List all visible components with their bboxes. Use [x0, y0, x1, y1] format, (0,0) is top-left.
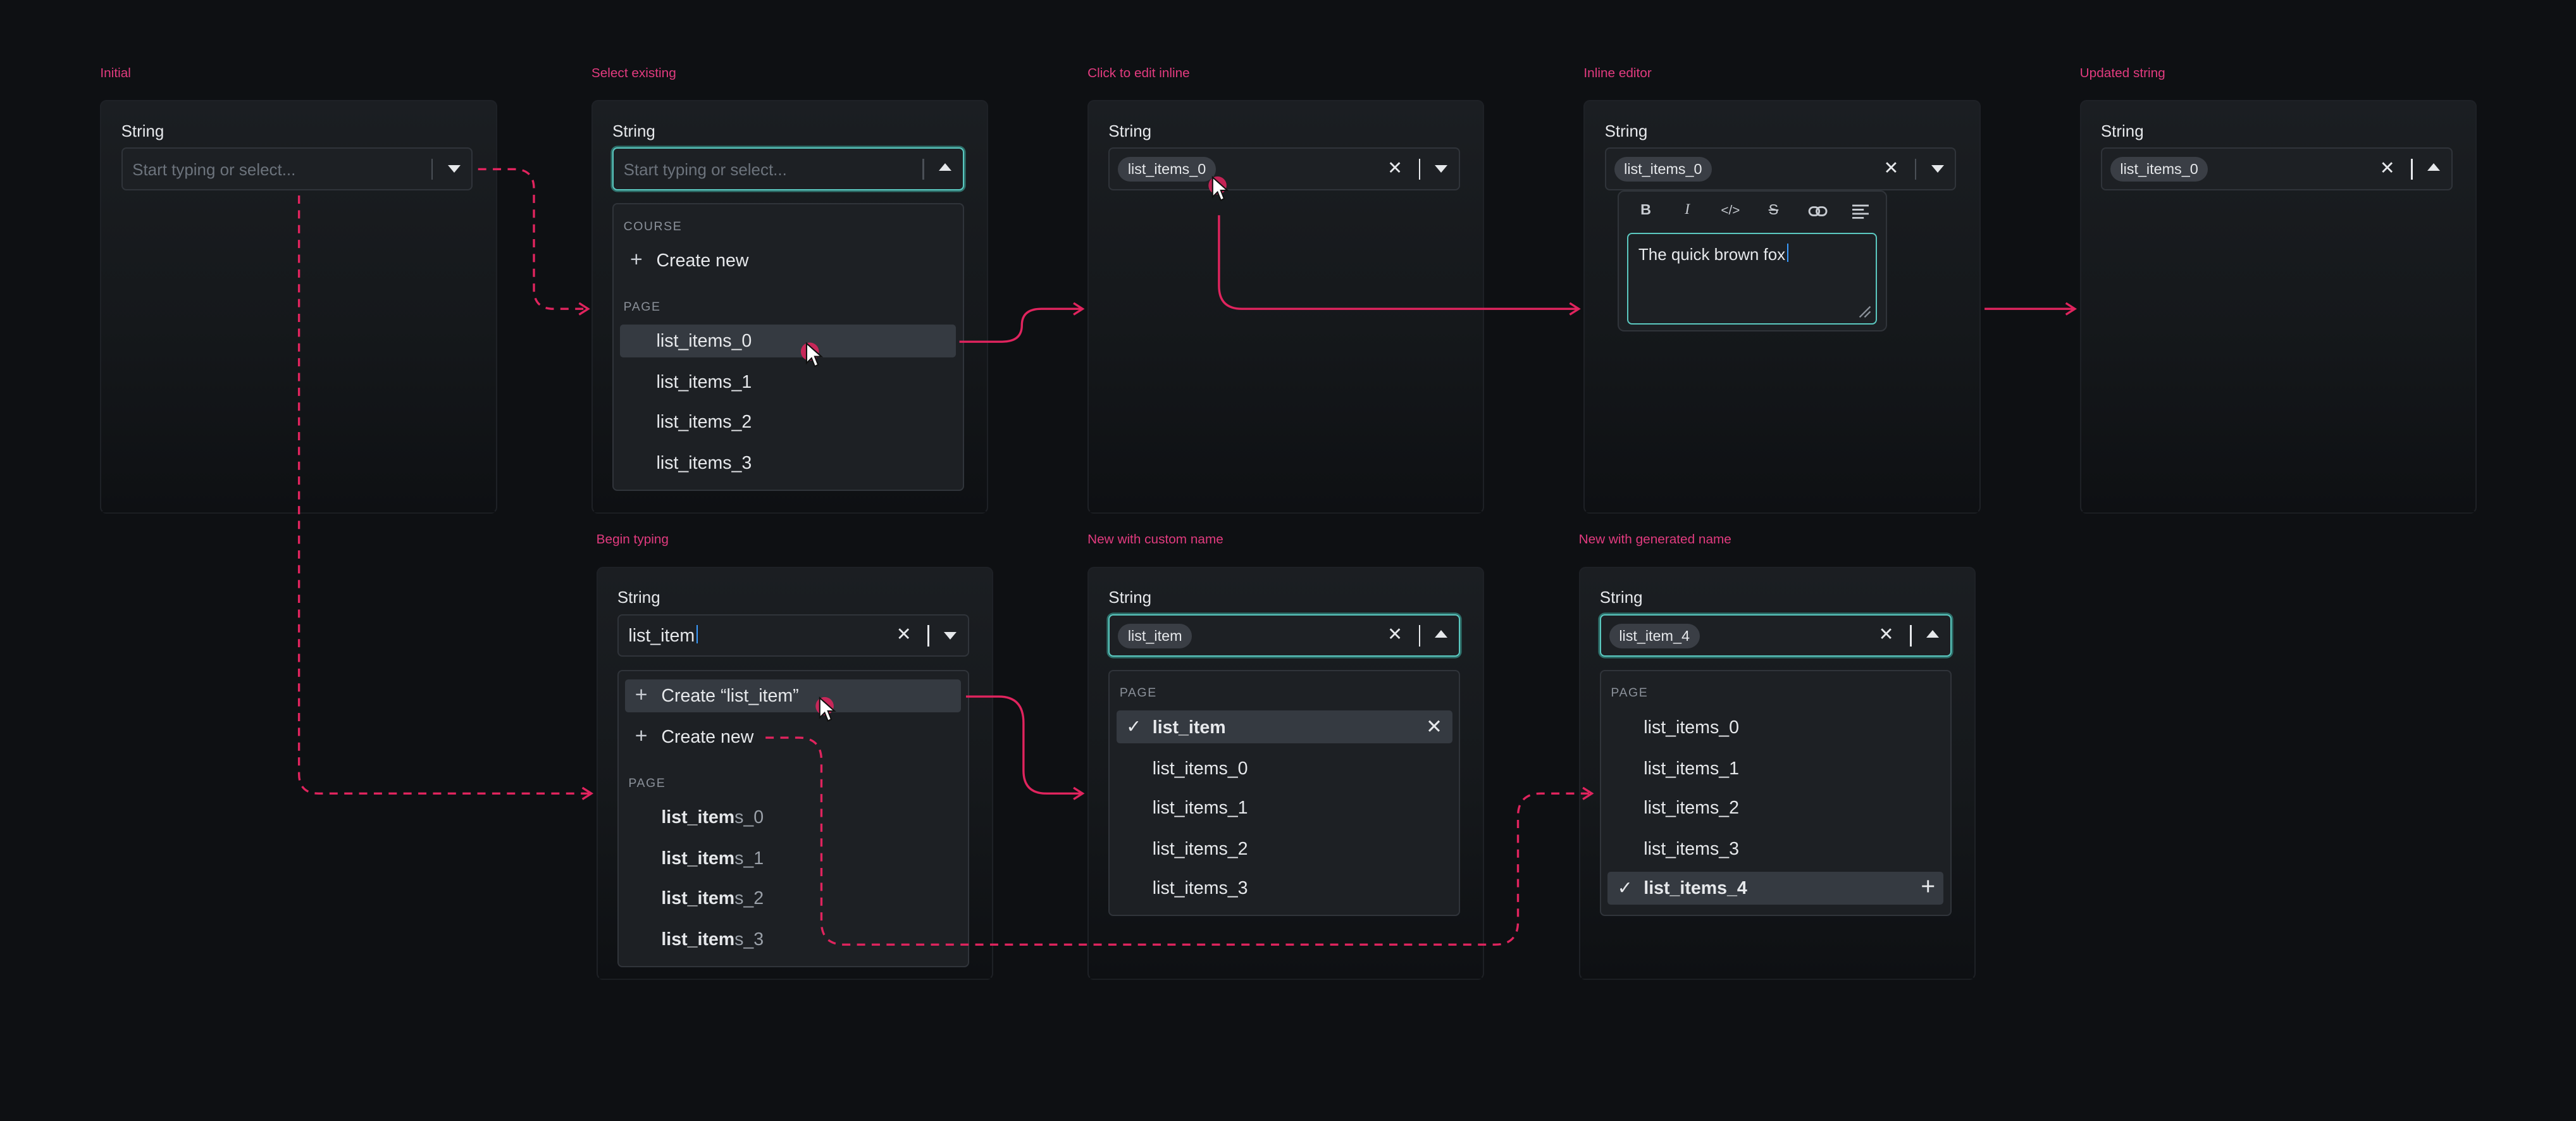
- connector-initial-to-typing: [297, 195, 591, 793]
- cursor-pointer-icon: [815, 697, 836, 722]
- cursor-pointer-icon: [800, 342, 824, 368]
- connector-initial-to-select: [478, 168, 588, 309]
- connector-select-to-click: [959, 309, 1083, 343]
- flow-diagram: Initial Select existing Click to edit in…: [0, 0, 2576, 1120]
- connector-typing-to-generated: [765, 736, 1592, 946]
- connector-click-to-editor: [1218, 215, 1579, 309]
- cursor-pointer-icon: [1208, 176, 1229, 202]
- flow-connectors: [297, 168, 2576, 946]
- connector-typing-to-custom: [965, 695, 1082, 793]
